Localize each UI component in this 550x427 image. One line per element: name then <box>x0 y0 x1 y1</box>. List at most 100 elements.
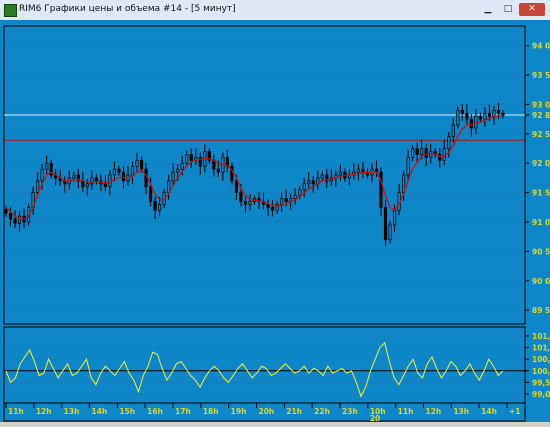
candle-body <box>320 174 324 179</box>
candle-body <box>456 109 460 126</box>
price-tick-label: 91 000 <box>532 218 550 227</box>
candle-body <box>275 204 279 211</box>
candle-body <box>40 168 44 182</box>
candle-body <box>158 204 162 211</box>
candle-body <box>415 148 419 155</box>
time-tick-label: +1 <box>509 407 521 416</box>
price-tick-label: 90 500 <box>532 247 550 256</box>
candle-body <box>45 162 49 170</box>
candle-body <box>117 168 121 173</box>
price-tick-label: 89 500 <box>532 306 550 315</box>
candle-body <box>451 124 455 138</box>
time-tick-label: 16h <box>147 407 163 416</box>
candle-body <box>411 148 415 158</box>
window-title: RIM6 Графики цены и объема #14 - [5 мину… <box>19 4 236 14</box>
time-tick-label: 22h <box>314 407 330 416</box>
candle-body <box>280 198 284 205</box>
time-tick-label: 21h <box>286 407 302 416</box>
time-tick-label: 23h <box>342 407 358 416</box>
price-tick-label: 93 000 <box>532 100 550 109</box>
time-tick-label: 12h <box>426 407 442 416</box>
candle-body <box>270 206 275 211</box>
time-tick-label: 11h <box>398 407 414 416</box>
time-tick-label: 17h <box>175 407 191 416</box>
time-tick-label: 12h <box>36 407 52 416</box>
chart-background <box>0 20 550 422</box>
time-tick-label: 19h <box>231 407 247 416</box>
candle-body <box>465 112 469 120</box>
oscillator-tick-label: 99,0 <box>532 390 550 399</box>
maximize-button[interactable]: □ <box>498 3 518 16</box>
price-tick-label: 93 500 <box>532 71 550 80</box>
candle-body <box>239 192 243 202</box>
oscillator-tick-label: 101,5 <box>532 332 550 341</box>
candle-body <box>216 168 220 173</box>
candle-body <box>121 171 126 182</box>
candle-body <box>189 154 193 161</box>
price-tick-label: 92 000 <box>532 159 550 168</box>
candle-body <box>139 159 144 170</box>
candle-body <box>135 159 139 167</box>
candle-body <box>198 157 202 167</box>
candle-body <box>72 174 76 179</box>
price-tick-label: 92 820 <box>532 111 550 120</box>
time-tick-label: 13h <box>453 407 469 416</box>
oscillator-tick-label: 100,0 <box>532 367 550 376</box>
candle-body <box>230 165 234 182</box>
price-tick-label: 91 500 <box>532 189 550 198</box>
candle-body <box>108 174 112 188</box>
candle-body <box>284 198 288 202</box>
candle-body <box>496 109 501 114</box>
price-tick-label: 90 000 <box>532 277 550 286</box>
candle-body <box>36 180 40 193</box>
candle-body <box>420 148 424 155</box>
candle-body <box>94 177 98 182</box>
candle-body <box>176 168 180 173</box>
chart-svg[interactable]: 94 000 93 500 93 000 92 820 92 500 92 000 91 5… <box>0 20 550 422</box>
candle-body <box>460 109 464 114</box>
candle-body <box>171 171 175 182</box>
candle-body <box>424 148 428 158</box>
candle-body <box>234 180 239 193</box>
candle-body <box>130 165 135 176</box>
oscillator-tick-label: 100,5 <box>532 355 550 364</box>
oscillator-tick-label: 99,5 <box>532 378 550 387</box>
candle-body <box>85 183 89 188</box>
candle-body <box>112 168 117 176</box>
candle-body <box>447 136 451 149</box>
candle-body <box>487 112 492 117</box>
candle-body <box>180 162 184 170</box>
candle-body <box>103 183 107 188</box>
candle-body <box>474 115 478 129</box>
price-tick-label: 92 500 <box>532 130 550 139</box>
candle-body <box>392 209 397 226</box>
candle-body <box>379 171 383 208</box>
candle-body <box>185 154 189 164</box>
time-tick-label: 14h <box>92 407 108 416</box>
candle-body <box>383 206 388 241</box>
chart-area[interactable]: 94 000 93 500 93 000 92 820 92 500 92 000 91 5… <box>0 20 550 422</box>
candle-body <box>153 201 157 211</box>
close-button[interactable]: ✕ <box>519 3 545 16</box>
candle-body <box>307 180 311 185</box>
candle-body <box>248 201 252 205</box>
candle-body <box>149 186 153 202</box>
candle-body <box>13 218 17 224</box>
candle-body <box>406 157 410 176</box>
app-icon <box>4 4 17 17</box>
time-tick-label: 20h <box>259 407 275 416</box>
candle-body <box>483 112 487 120</box>
price-tick-label: 94 000 <box>532 42 550 51</box>
title-bar[interactable]: RIM6 Графики цены и объема #14 - [5 мину… <box>0 0 550 21</box>
candle-body <box>293 195 297 199</box>
time-tick-label: 15h <box>119 407 135 416</box>
minimize-button[interactable]: ▁ <box>478 3 498 16</box>
candle-body <box>266 204 270 208</box>
candle-body <box>388 224 392 241</box>
candle-body <box>8 212 13 220</box>
candle-body <box>243 201 248 205</box>
candle-body <box>167 180 171 193</box>
candle-body <box>338 171 342 176</box>
time-tick-label: 13h <box>64 407 80 416</box>
candle-body <box>298 189 302 196</box>
